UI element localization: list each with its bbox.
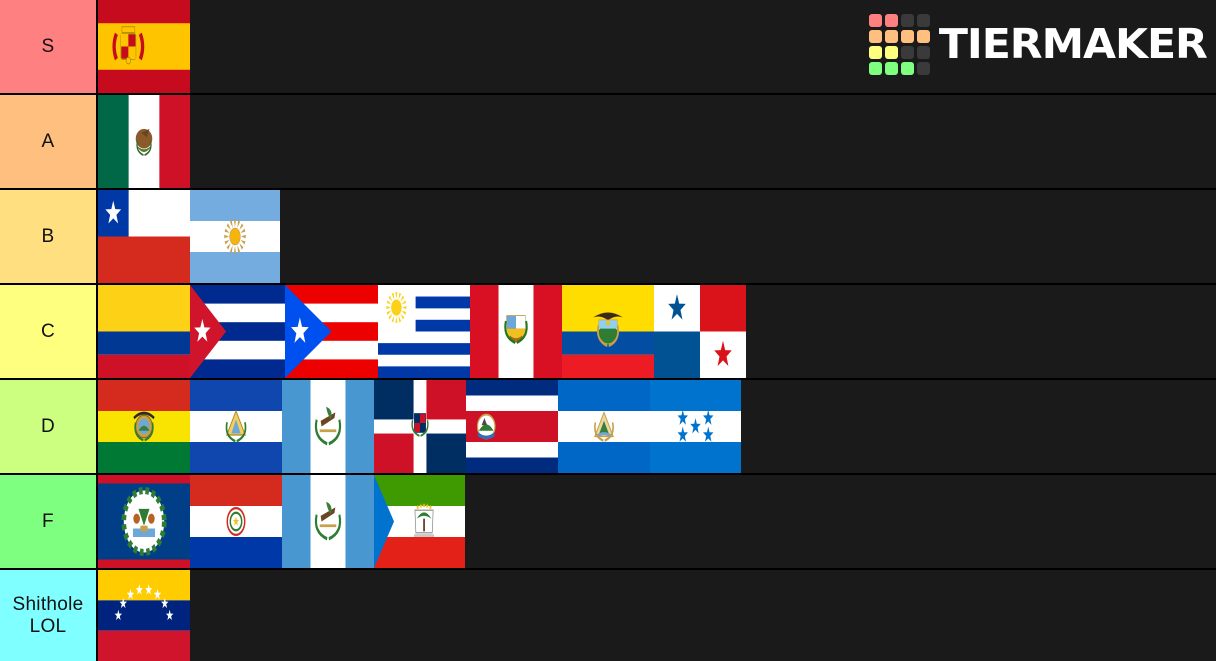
tier-row: D <box>0 380 1216 475</box>
tier-row: B <box>0 190 1216 285</box>
flag-item-equatorial-guinea[interactable] <box>374 475 465 568</box>
flag-item-el-salvador[interactable] <box>190 380 282 473</box>
tier-items-container[interactable] <box>98 95 1216 188</box>
flag-item-guatemala[interactable] <box>282 475 374 568</box>
flag-item-dominican-republic[interactable] <box>374 380 466 473</box>
flag-item-bolivia[interactable] <box>98 380 190 473</box>
tier-label-shithole-lol[interactable]: Shithole LOL <box>0 570 98 661</box>
flag-item-mexico[interactable] <box>98 95 190 188</box>
tier-list-board: S A B C D F Shithole LOL <box>0 0 1216 661</box>
flag-item-honduras[interactable] <box>650 380 741 473</box>
flag-item-peru[interactable] <box>470 285 562 378</box>
flag-item-chile[interactable] <box>98 190 190 283</box>
tier-items-container[interactable] <box>98 475 1216 568</box>
tier-row: A <box>0 95 1216 190</box>
flag-item-venezuela[interactable] <box>98 570 190 661</box>
tier-row: F <box>0 475 1216 570</box>
tier-row: Shithole LOL <box>0 570 1216 661</box>
tier-row: C <box>0 285 1216 380</box>
flag-item-panama[interactable] <box>654 285 746 378</box>
flag-item-spain[interactable] <box>98 0 190 93</box>
flag-item-costa-rica[interactable] <box>466 380 558 473</box>
flag-item-puerto-rico[interactable] <box>285 285 378 378</box>
flag-item-paraguay[interactable] <box>190 475 282 568</box>
flag-item-colombia[interactable] <box>98 285 190 378</box>
tier-label-s[interactable]: S <box>0 0 98 93</box>
tier-items-container[interactable] <box>98 190 1216 283</box>
tier-row: S <box>0 0 1216 95</box>
tier-items-container[interactable] <box>98 285 1216 378</box>
flag-item-belize[interactable] <box>98 475 190 568</box>
tier-label-b[interactable]: B <box>0 190 98 283</box>
tier-items-container[interactable] <box>98 570 1216 661</box>
tier-label-a[interactable]: A <box>0 95 98 188</box>
tier-label-f[interactable]: F <box>0 475 98 568</box>
flag-item-uruguay[interactable] <box>378 285 470 378</box>
flag-item-cuba[interactable] <box>190 285 285 378</box>
flag-item-argentina[interactable] <box>190 190 280 283</box>
tier-label-c[interactable]: C <box>0 285 98 378</box>
flag-item-ecuador[interactable] <box>562 285 654 378</box>
tier-items-container[interactable] <box>98 0 1216 93</box>
flag-item-guatemala[interactable] <box>282 380 374 473</box>
flag-item-nicaragua[interactable] <box>558 380 650 473</box>
tier-items-container[interactable] <box>98 380 1216 473</box>
tier-label-d[interactable]: D <box>0 380 98 473</box>
